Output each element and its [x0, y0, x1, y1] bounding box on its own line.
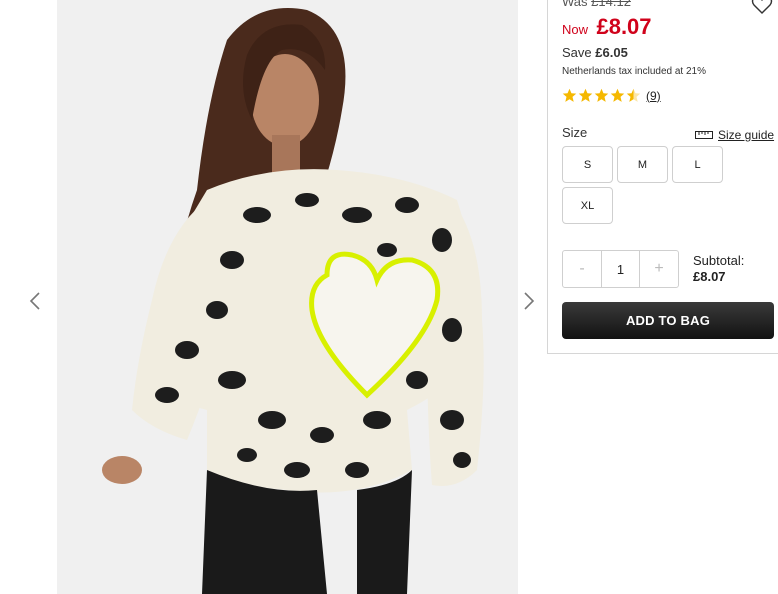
size-option-m[interactable]: M — [617, 146, 668, 183]
wishlist-button[interactable] — [751, 0, 773, 16]
product-page: Was £14.12 Now £8.07 Save £6.05 Netherla… — [0, 0, 778, 594]
subtotal: Subtotal: £8.07 — [693, 253, 744, 285]
product-image[interactable] — [57, 0, 518, 594]
now-price: Now £8.07 — [562, 14, 652, 40]
save-label: Save — [562, 45, 592, 60]
add-to-bag-button[interactable]: ADD TO BAG — [562, 302, 774, 339]
size-label: Size — [562, 125, 588, 140]
subtotal-amount: £8.07 — [693, 269, 726, 284]
heart-outline-icon — [751, 0, 773, 14]
gallery-next-button[interactable] — [517, 288, 541, 314]
save-value: £6.05 — [595, 45, 628, 60]
quantity-decrease-button[interactable]: - — [563, 251, 601, 287]
size-option-s[interactable]: S — [562, 146, 613, 183]
ruler-icon — [695, 131, 713, 139]
model-photo — [57, 0, 518, 594]
star-icon — [578, 88, 593, 102]
was-amount: £14.12 — [591, 0, 631, 9]
rating: (9) — [562, 88, 661, 103]
star-icon — [594, 88, 609, 102]
tax-note: Netherlands tax included at 21% — [562, 66, 706, 77]
star-icon — [562, 88, 577, 102]
now-amount: £8.07 — [596, 14, 652, 39]
size-option-l[interactable]: L — [672, 146, 723, 183]
now-label: Now — [562, 22, 589, 37]
chevron-right-icon — [524, 292, 535, 310]
subtotal-label: Subtotal: — [693, 253, 745, 268]
quantity-increase-button[interactable]: + — [640, 251, 678, 287]
size-option-xl[interactable]: XL — [562, 187, 613, 224]
save-amount: Save £6.05 — [562, 45, 628, 60]
quantity-input[interactable]: 1 — [601, 251, 640, 287]
size-guide-label: Size guide — [718, 128, 775, 142]
half-star-icon — [626, 88, 641, 102]
product-gallery — [0, 0, 548, 594]
gallery-prev-button[interactable] — [23, 288, 47, 314]
star-rating — [562, 88, 641, 103]
star-icon — [610, 88, 625, 102]
size-guide-link[interactable]: Size guide — [695, 128, 774, 142]
chevron-left-icon — [29, 292, 40, 310]
was-label: Was — [562, 0, 588, 9]
review-count-link[interactable]: (9) — [646, 89, 661, 103]
was-price: Was £14.12 — [562, 0, 631, 9]
quantity-stepper: - 1 + — [562, 250, 679, 288]
